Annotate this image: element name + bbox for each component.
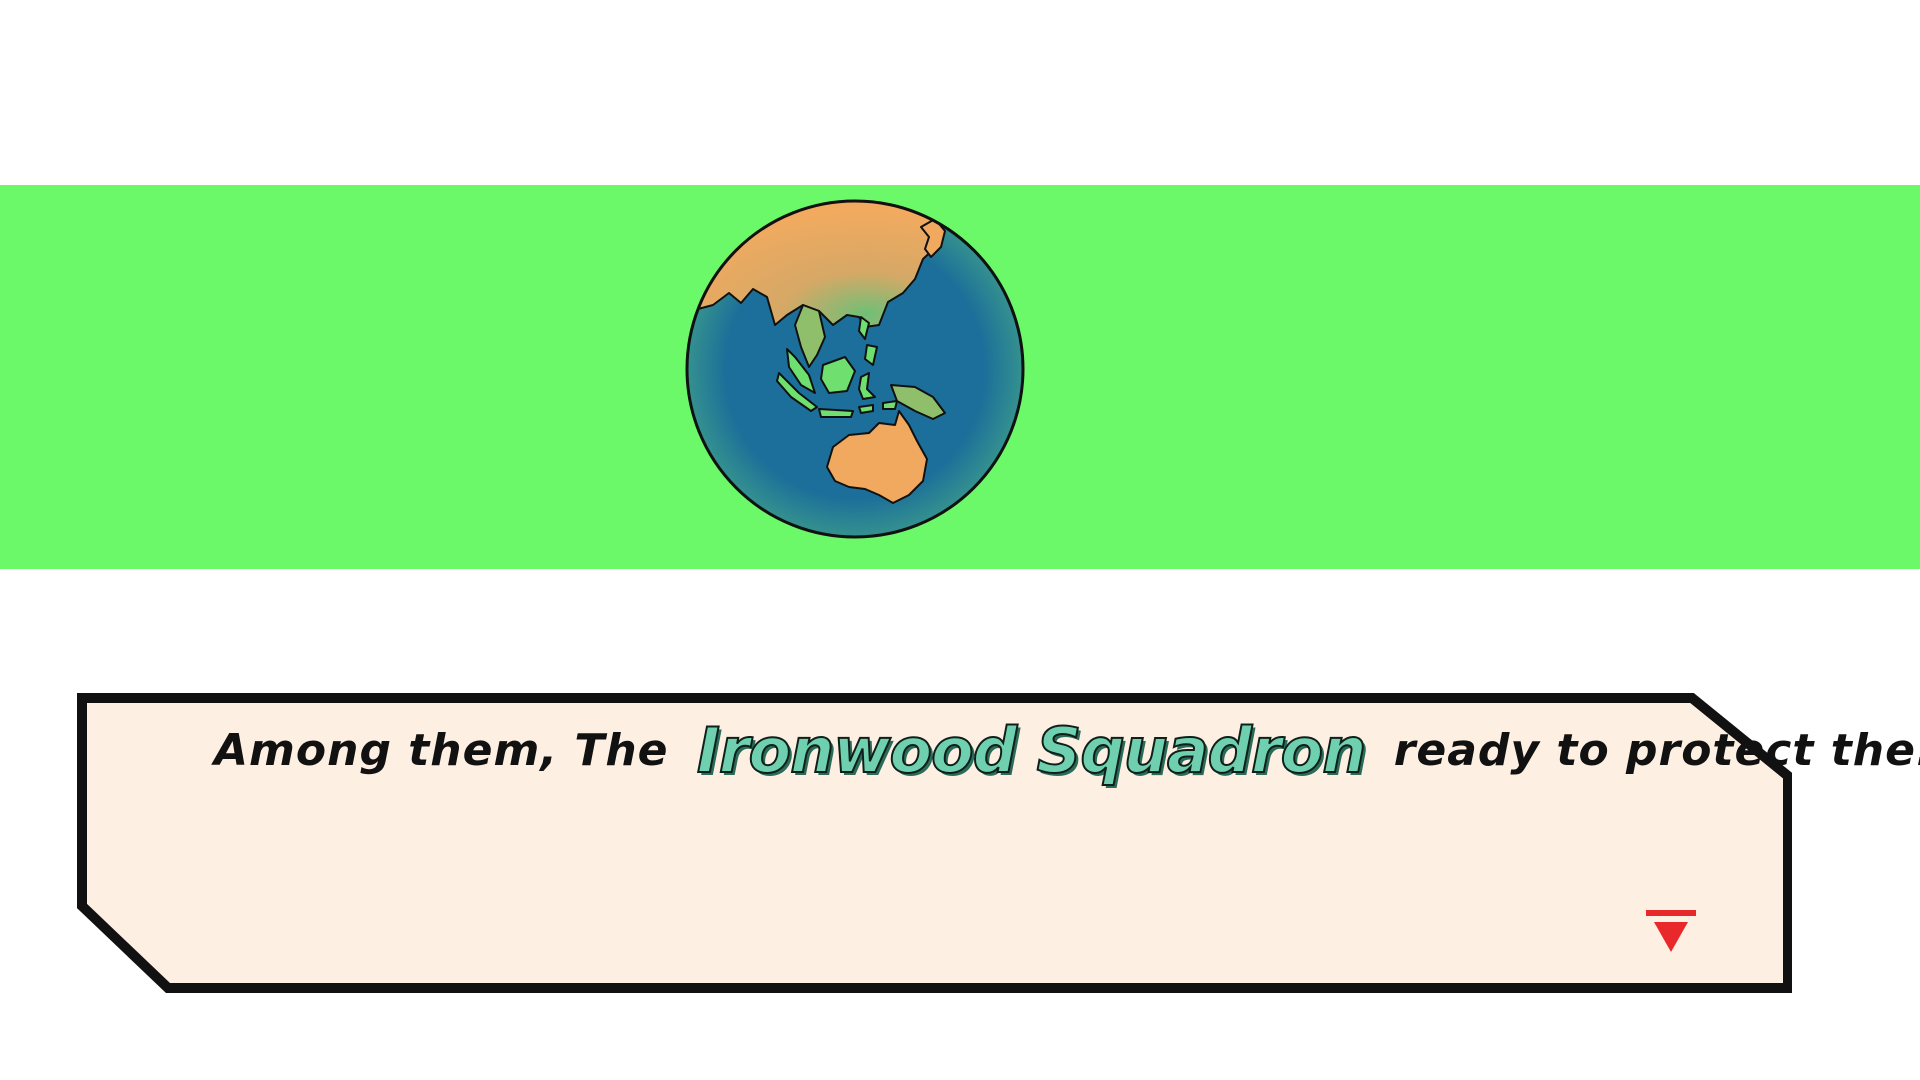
dialogue-box[interactable]: Among them, The Ironwood Squadron ready … — [76, 692, 1920, 994]
dialogue-text-before: Among them, The — [214, 725, 669, 776]
advance-arrow-icon[interactable] — [1646, 910, 1696, 956]
game-scene: Among them, The Ironwood Squadron ready … — [0, 0, 1920, 1080]
dialogue-highlight-name: Ironwood Squadron — [696, 714, 1368, 787]
dialogue-text: Among them, The Ironwood Squadron ready … — [214, 714, 1920, 787]
earth-globe-icon — [683, 197, 1027, 541]
dialogue-text-after: ready to protect the... — [1393, 725, 1920, 776]
